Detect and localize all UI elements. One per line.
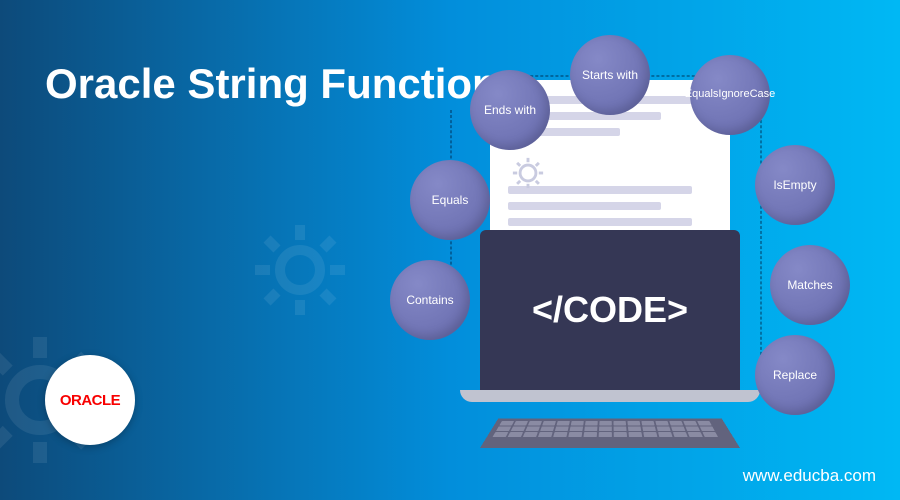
bubble-ends-with: Ends with — [470, 70, 550, 150]
bubble-starts-with: Starts with — [570, 35, 650, 115]
bubble-is-empty: IsEmpty — [755, 145, 835, 225]
bubble-equals: Equals — [410, 160, 490, 240]
bubble-replace: Replace — [755, 335, 835, 415]
code-label: </CODE> — [532, 289, 688, 331]
bubble-matches: Matches — [770, 245, 850, 325]
laptop-icon: </CODE> — [460, 230, 760, 460]
oracle-logo: ORACLE — [45, 355, 135, 445]
gear-icon-bg2 — [250, 220, 350, 320]
keyboard-icon — [480, 418, 740, 448]
oracle-logo-text: ORACLE — [60, 392, 120, 409]
bubble-equals-ignore-case: EqualsIgnoreCase — [690, 55, 770, 135]
bubble-contains: Contains — [390, 260, 470, 340]
gear-icon — [510, 155, 546, 191]
illustration: </CODE> Starts with Ends with Equals Con… — [360, 30, 860, 470]
